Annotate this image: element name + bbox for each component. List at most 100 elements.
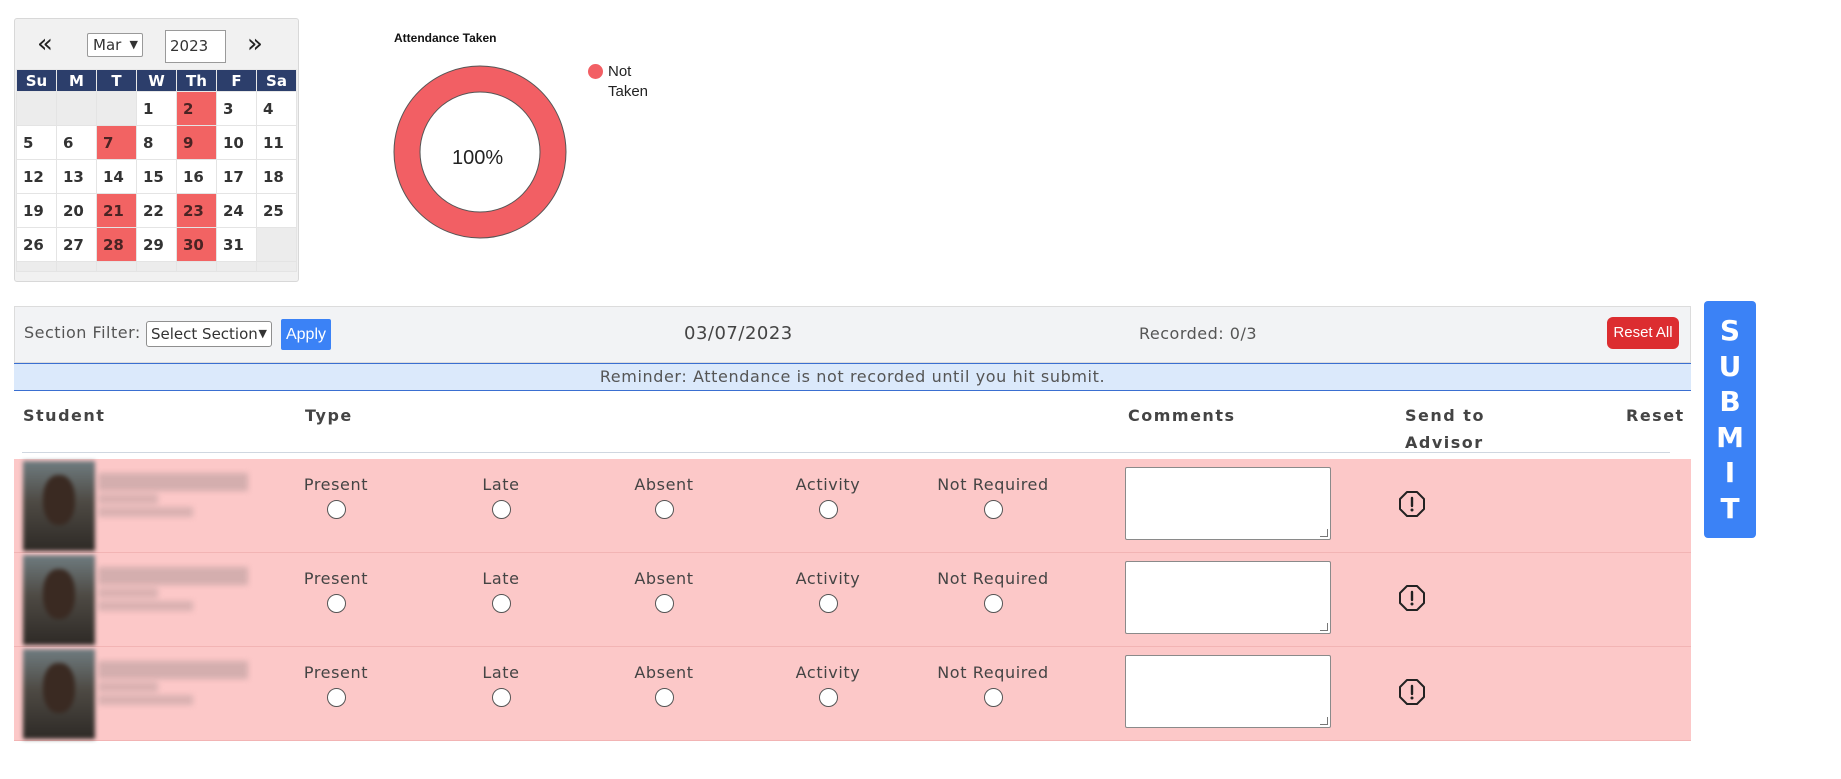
weekday-header: Sa [256, 69, 297, 92]
calendar-day[interactable]: 13 [56, 159, 97, 194]
calendar-day[interactable]: 6 [56, 125, 97, 160]
send-to-advisor-alert-icon[interactable] [1398, 490, 1426, 518]
attendance-option: Present [276, 475, 396, 519]
calendar-empty-cell [256, 261, 297, 272]
attendance-option-label: Not Required [937, 475, 1049, 494]
calendar-day[interactable]: 18 [256, 159, 297, 194]
attendance-radio-absent[interactable] [654, 688, 674, 707]
calendar-day[interactable]: 27 [56, 227, 97, 262]
calendar-day[interactable]: 30 [176, 227, 217, 262]
section-filter-select[interactable]: Select Section ▼ [146, 321, 272, 347]
calendar-empty-cell [16, 91, 57, 126]
weekday-header: T [96, 69, 137, 92]
legend-swatch [588, 64, 603, 79]
comments-textarea[interactable] [1125, 655, 1331, 728]
attendance-radio-present[interactable] [326, 594, 346, 613]
calendar-empty-cell [56, 91, 97, 126]
attendance-radio-activity[interactable] [818, 500, 838, 519]
attendance-radio-activity[interactable] [818, 688, 838, 707]
calendar-day[interactable]: 25 [256, 193, 297, 228]
attendance-radio-not-required[interactable] [983, 500, 1003, 519]
prev-month-icon[interactable]: « [37, 31, 53, 57]
calendar-day[interactable]: 5 [16, 125, 57, 160]
recorded-count: Recorded: 0/3 [1139, 324, 1258, 343]
weekday-header: F [216, 69, 257, 92]
attendance-option-label: Present [303, 475, 369, 494]
attendance-radio-activity[interactable] [818, 594, 838, 613]
calendar-day[interactable]: 4 [256, 91, 297, 126]
calendar-day[interactable]: 10 [216, 125, 257, 160]
attendance-radio-not-required[interactable] [983, 594, 1003, 613]
student-row: Present Late Absent Activity Not Required [14, 459, 1691, 553]
attendance-radio-late[interactable] [491, 594, 511, 613]
calendar-empty-cell [136, 261, 177, 272]
weekday-header: Su [16, 69, 57, 92]
chevron-down-icon: ▼ [129, 38, 138, 51]
calendar-day[interactable]: 28 [96, 227, 137, 262]
calendar-grid: Su M T W Th F Sa 1 2 3 4 5 6 7 8 9 10 11 12 13 14 15 16 17 18 19… [16, 69, 297, 272]
student-info-redacted [98, 567, 248, 611]
column-header-send-to-advisor: Send to Advisor [1405, 406, 1485, 452]
apply-button[interactable]: Apply [281, 319, 331, 350]
student-detail-blurred [98, 588, 158, 598]
comments-textarea[interactable] [1125, 467, 1331, 540]
attendance-radio-late[interactable] [491, 500, 511, 519]
weekday-header: Th [176, 69, 217, 92]
calendar-day[interactable]: 29 [136, 227, 177, 262]
section-filter-label: Section Filter: [24, 323, 141, 342]
calendar-day[interactable]: 15 [136, 159, 177, 194]
calendar-day[interactable]: 9 [176, 125, 217, 160]
attendance-option: Late [441, 663, 561, 707]
attendance-date: 03/07/2023 [684, 323, 793, 344]
calendar-day[interactable]: 23 [176, 193, 217, 228]
chart-title: Attendance Taken [394, 31, 497, 45]
attendance-radio-present[interactable] [326, 500, 346, 519]
calendar-day[interactable]: 24 [216, 193, 257, 228]
weekday-header: M [56, 69, 97, 92]
attendance-option: Present [276, 569, 396, 613]
calendar-day[interactable]: 2 [176, 91, 217, 126]
calendar-day[interactable]: 19 [16, 193, 57, 228]
calendar-day[interactable]: 20 [56, 193, 97, 228]
month-select[interactable]: Mar ▼ [87, 33, 143, 57]
attendance-option: Activity [768, 569, 888, 613]
calendar-day[interactable]: 16 [176, 159, 217, 194]
attendance-option-label: Late [482, 663, 520, 682]
calendar-empty-cell [216, 261, 257, 272]
column-header-student: Student [23, 406, 106, 425]
calendar-day[interactable]: 17 [216, 159, 257, 194]
send-to-advisor-alert-icon[interactable] [1398, 584, 1426, 612]
calendar-day[interactable]: 3 [216, 91, 257, 126]
next-month-icon[interactable]: » [247, 31, 263, 57]
calendar-empty-cell [176, 261, 217, 272]
attendance-option: Not Required [933, 569, 1053, 613]
column-header-comments: Comments [1128, 406, 1236, 425]
comments-textarea[interactable] [1125, 561, 1331, 634]
attendance-option: Absent [604, 569, 724, 613]
attendance-radio-absent[interactable] [654, 594, 674, 613]
calendar-day[interactable]: 26 [16, 227, 57, 262]
calendar-day[interactable]: 1 [136, 91, 177, 126]
calendar-day[interactable]: 11 [256, 125, 297, 160]
attendance-radio-not-required[interactable] [983, 688, 1003, 707]
attendance-option-label: Present [303, 663, 369, 682]
attendance-radio-present[interactable] [326, 688, 346, 707]
student-photo-face [43, 569, 75, 619]
student-row: Present Late Absent Activity Not Required [14, 647, 1691, 741]
year-input[interactable]: 2023 [165, 30, 226, 63]
attendance-option-label: Not Required [937, 663, 1049, 682]
attendance-option-label: Late [482, 475, 520, 494]
attendance-radio-absent[interactable] [654, 500, 674, 519]
attendance-radio-late[interactable] [491, 688, 511, 707]
calendar-day[interactable]: 21 [96, 193, 137, 228]
submit-button[interactable]: SUBMIT [1704, 301, 1756, 538]
student-name-blurred [98, 661, 248, 679]
calendar-day[interactable]: 22 [136, 193, 177, 228]
calendar-day[interactable]: 8 [136, 125, 177, 160]
calendar-day[interactable]: 31 [216, 227, 257, 262]
reset-all-button[interactable]: Reset All [1607, 317, 1679, 349]
calendar-day[interactable]: 14 [96, 159, 137, 194]
calendar-day[interactable]: 12 [16, 159, 57, 194]
send-to-advisor-alert-icon[interactable] [1398, 678, 1426, 706]
calendar-day[interactable]: 7 [96, 125, 137, 160]
